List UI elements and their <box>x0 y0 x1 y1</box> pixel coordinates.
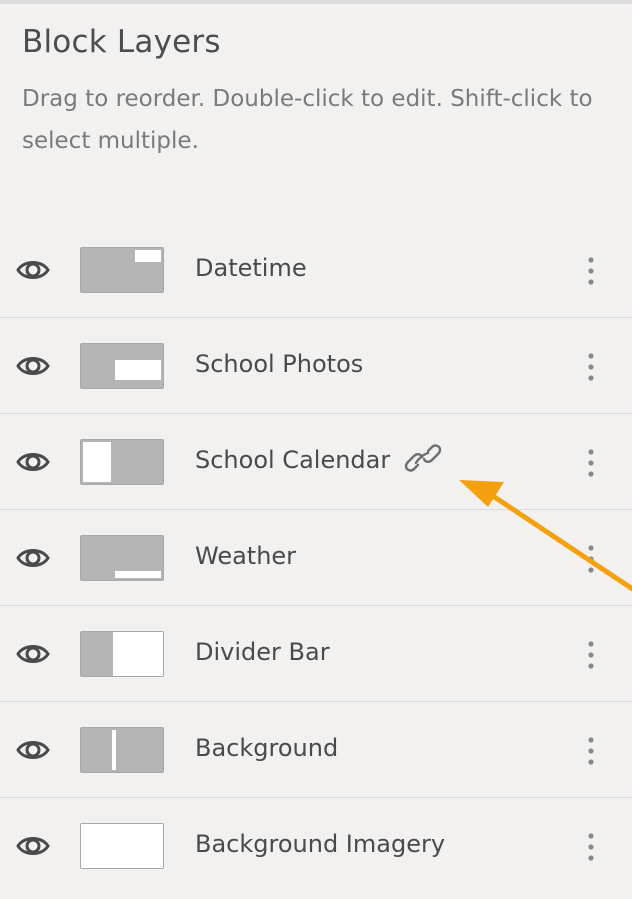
block-layers-panel: Block Layers Drag to reorder. Double-cli… <box>0 0 632 899</box>
kebab-menu-icon[interactable] <box>584 640 598 670</box>
eye-icon[interactable] <box>16 544 50 572</box>
layer-thumbnail <box>80 247 164 293</box>
layer-thumbnail <box>80 439 164 485</box>
eye-icon[interactable] <box>16 352 50 380</box>
layer-name: School Photos <box>195 350 364 378</box>
layer-thumbnail <box>80 727 164 773</box>
layer-name: Divider Bar <box>195 638 330 666</box>
eye-icon[interactable] <box>16 736 50 764</box>
layer-row-datetime[interactable]: Datetime <box>0 222 632 318</box>
eye-icon[interactable] <box>16 832 50 860</box>
eye-icon[interactable] <box>16 256 50 284</box>
link-icon <box>404 444 442 472</box>
layer-row-weather[interactable]: Weather <box>0 510 632 606</box>
layer-name: Background Imagery <box>195 830 446 858</box>
layer-name: School Calendar <box>195 446 391 474</box>
layer-thumbnail <box>80 823 164 869</box>
layer-row-background[interactable]: Background <box>0 702 632 798</box>
kebab-menu-icon[interactable] <box>584 736 598 766</box>
kebab-menu-icon[interactable] <box>584 448 598 478</box>
kebab-menu-icon[interactable] <box>584 544 598 574</box>
kebab-menu-icon[interactable] <box>584 832 598 862</box>
layer-name: Datetime <box>195 254 307 282</box>
eye-icon[interactable] <box>16 640 50 668</box>
layer-row-divider-bar[interactable]: Divider Bar <box>0 606 632 702</box>
eye-icon[interactable] <box>16 448 50 476</box>
panel-description: Drag to reorder. Double-click to edit. S… <box>22 86 593 154</box>
layer-thumbnail <box>80 535 164 581</box>
kebab-menu-icon[interactable] <box>584 352 598 382</box>
layer-row-school-photos[interactable]: School Photos <box>0 318 632 414</box>
layer-name-container: School Calendar <box>195 444 442 474</box>
layer-row-background-imagery[interactable]: Background Imagery <box>0 798 632 894</box>
layer-list: Datetime School Photos School Calendar W… <box>0 222 632 894</box>
layer-name: Background <box>195 734 339 762</box>
panel-title: Block Layers <box>22 24 221 60</box>
layer-row-school-calendar[interactable]: School Calendar <box>0 414 632 510</box>
layer-thumbnail <box>80 343 164 389</box>
layer-name: Weather <box>195 542 297 570</box>
layer-thumbnail <box>80 631 164 677</box>
kebab-menu-icon[interactable] <box>584 256 598 286</box>
